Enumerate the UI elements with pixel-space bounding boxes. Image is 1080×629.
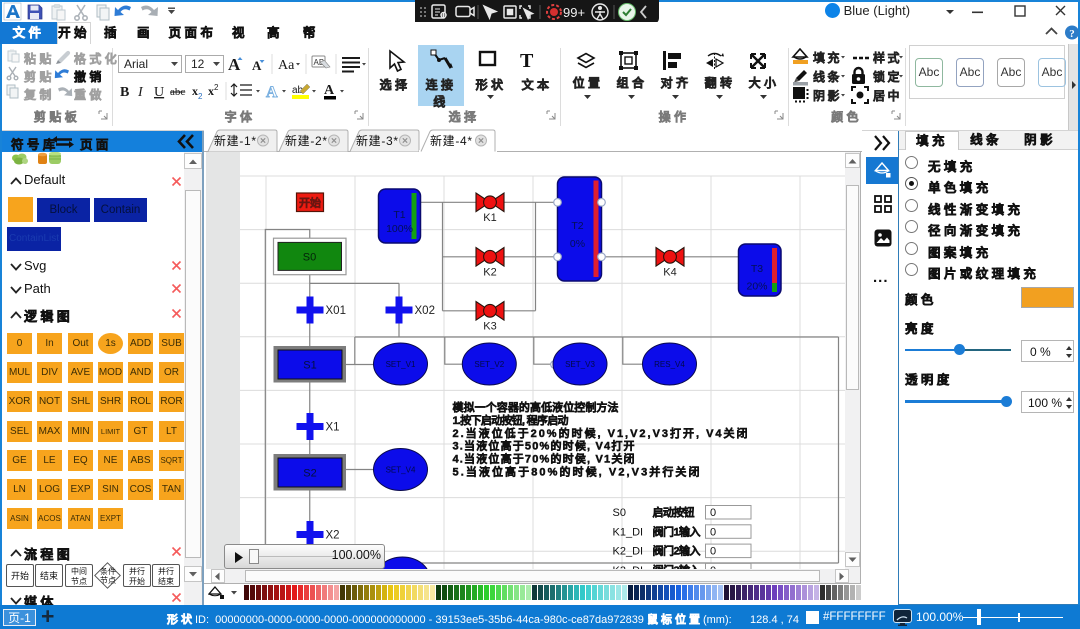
svg-text:新建-3*: 新建-3* (356, 133, 398, 148)
svg-text:2.当液位低于20%的时候, V1,V2,V3打开, V4关: 2.当液位低于20%的时候, V1,V2,V3打开, V4关闭 (452, 426, 747, 440)
svg-text:I: I (137, 85, 144, 100)
svg-text:A: A (266, 84, 278, 101)
svg-text:T1: T1 (393, 209, 405, 221)
svg-text:0: 0 (710, 546, 716, 558)
svg-text:开始: 开始 (299, 196, 321, 210)
svg-text:X2: X2 (325, 530, 339, 542)
svg-text:新建-4*: 新建-4* (430, 133, 472, 148)
svg-text:线条: 线条 (813, 69, 842, 84)
svg-text:阴影: 阴影 (813, 88, 842, 103)
svg-text:SET_V2: SET_V2 (474, 360, 504, 369)
svg-text:X02: X02 (414, 305, 434, 317)
svg-text:K1_DI: K1_DI (612, 526, 643, 538)
svg-text:T2: T2 (571, 220, 583, 232)
svg-text:K4: K4 (663, 266, 676, 278)
svg-text:100%: 100% (386, 223, 413, 235)
svg-text:S0: S0 (302, 252, 315, 264)
svg-text:U: U (154, 85, 164, 100)
svg-text:模拟一个容器的高低液位控制方法: 模拟一个容器的高低液位控制方法 (452, 400, 618, 414)
svg-text:20%: 20% (746, 281, 767, 293)
svg-text:S2: S2 (303, 468, 316, 480)
svg-text:4.当液位高于70%的时侯, V1关闭: 4.当液位高于70%的时侯, V1关闭 (452, 452, 634, 466)
svg-text:K2: K2 (483, 266, 496, 278)
svg-text:T3: T3 (750, 263, 762, 275)
svg-text:新建-1*: 新建-1* (214, 133, 256, 148)
svg-text:S1: S1 (303, 360, 316, 372)
svg-text:Aa: Aa (278, 58, 295, 73)
svg-text:abc: abc (170, 86, 185, 98)
svg-text:阀门1输入: 阀门1输入 (652, 524, 700, 538)
svg-text:样式: 样式 (873, 50, 902, 65)
svg-text:K3: K3 (483, 320, 496, 332)
svg-text:SET_V1: SET_V1 (385, 360, 415, 369)
svg-text:锁定: 锁定 (873, 69, 902, 84)
svg-text:5.当液位高于80%的时候, V2,V3并行关闭: 5.当液位高于80%的时候, V2,V3并行关闭 (452, 465, 699, 479)
svg-text:S0: S0 (612, 507, 625, 519)
svg-text:填充: 填充 (813, 50, 842, 65)
svg-text:A: A (324, 83, 335, 98)
svg-text:0: 0 (710, 526, 716, 538)
svg-text:X1: X1 (325, 422, 339, 434)
svg-text:RES_V4: RES_V4 (654, 360, 685, 369)
svg-text:1.按下启动按钮, 程序启动: 1.按下启动按钮, 程序启动 (452, 413, 568, 427)
svg-text:3.当液位高于50%的时候, V4打开: 3.当液位高于50%的时候, V4打开 (452, 439, 634, 453)
svg-text:?: ? (1069, 28, 1075, 40)
svg-text:99+: 99+ (563, 5, 585, 20)
svg-text:SET_V4: SET_V4 (385, 465, 415, 474)
svg-text:K2_DI: K2_DI (612, 546, 643, 558)
svg-text:B: B (120, 85, 129, 100)
svg-text:2: 2 (214, 83, 219, 92)
svg-text:K1: K1 (483, 212, 496, 224)
svg-text:2: 2 (198, 92, 203, 101)
svg-text:居中: 居中 (873, 88, 902, 103)
svg-text:X01: X01 (325, 305, 345, 317)
svg-text:T: T (520, 50, 534, 72)
svg-text:0: 0 (710, 507, 716, 519)
svg-text:0%: 0% (569, 238, 584, 250)
svg-text:启动按钮: 启动按钮 (652, 505, 694, 519)
svg-text:SET_V3: SET_V3 (565, 360, 595, 369)
svg-text:A: A (228, 55, 241, 74)
svg-text:阀门2输入: 阀门2输入 (652, 544, 700, 558)
svg-text:新建-2*: 新建-2* (285, 133, 327, 148)
